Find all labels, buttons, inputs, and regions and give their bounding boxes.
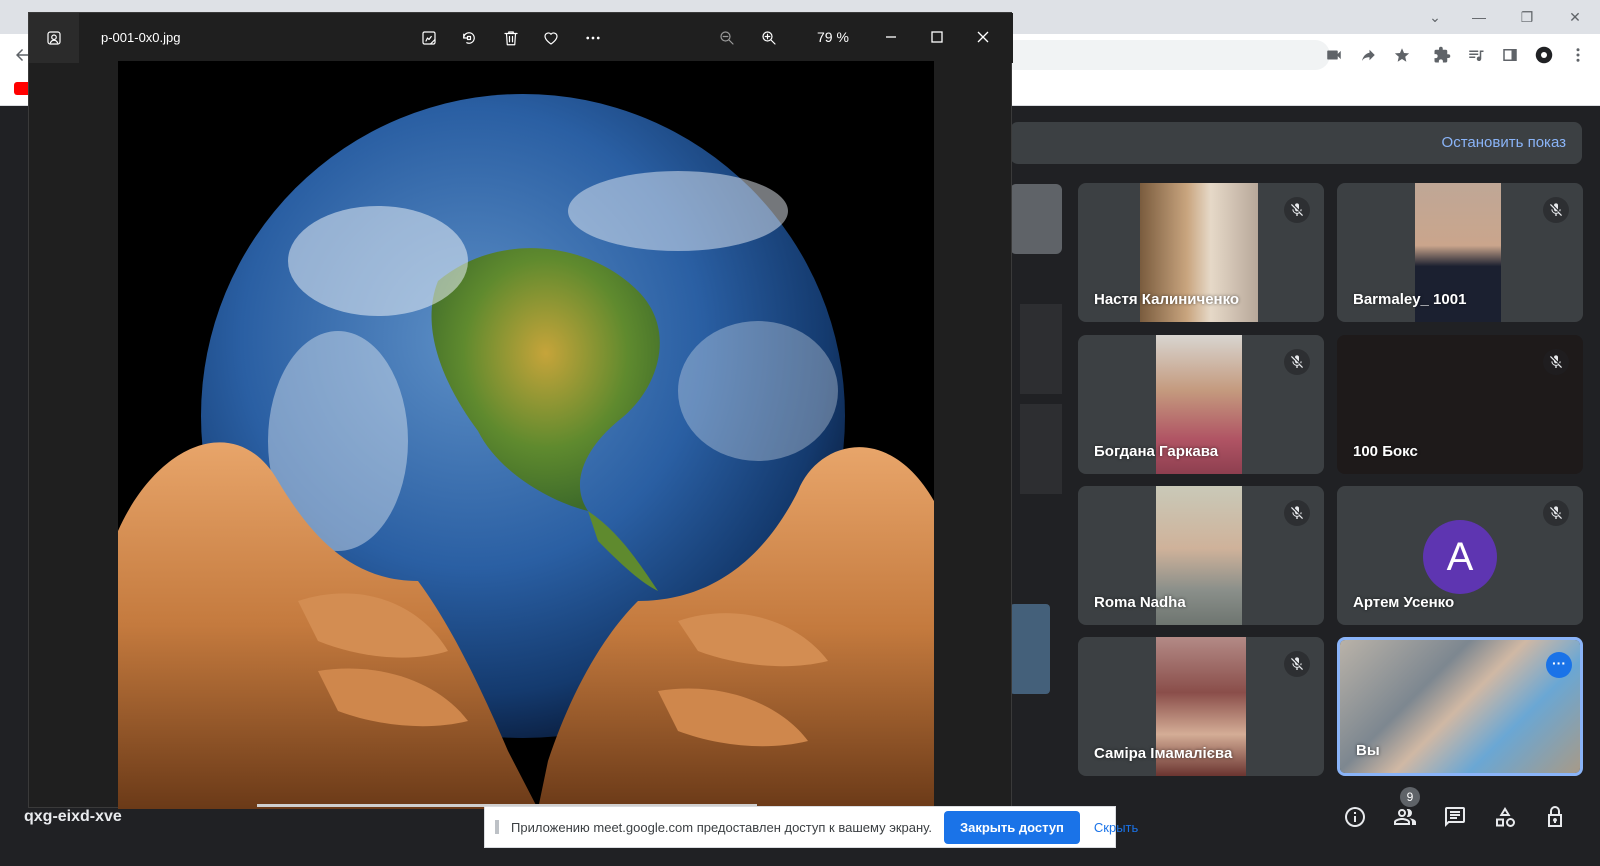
more-options-icon[interactable]: ··· — [1546, 652, 1572, 678]
chevron-down-icon[interactable]: ⌄ — [1424, 6, 1446, 28]
stop-sharing-button[interactable]: Закрыть доступ — [943, 810, 1080, 844]
presenting-bar: Остановить показ — [1010, 122, 1582, 164]
side-tile — [1010, 604, 1050, 694]
share-message: Приложению meet.google.com предоставлен … — [511, 819, 932, 835]
participant-tile[interactable]: A Артем Усенко — [1337, 486, 1583, 625]
favorite-icon[interactable] — [539, 26, 563, 50]
mic-off-icon — [1543, 197, 1569, 223]
mic-off-icon — [1284, 197, 1310, 223]
address-bar[interactable] — [1000, 40, 1330, 70]
participant-tile[interactable]: 100 Бокс — [1337, 335, 1583, 474]
side-tile — [1020, 304, 1062, 394]
bookmark-star-icon[interactable] — [1390, 43, 1414, 67]
activities-icon[interactable] — [1488, 800, 1522, 834]
side-tile — [1020, 404, 1062, 494]
mic-off-icon — [1284, 500, 1310, 526]
browser-close-button[interactable]: ✕ — [1564, 6, 1586, 28]
participant-name: Артем Усенко — [1353, 594, 1455, 611]
delete-icon[interactable] — [499, 26, 523, 50]
participant-name: Саміра Імамалієва — [1094, 745, 1233, 762]
mic-off-icon — [1543, 349, 1569, 375]
zoom-level[interactable]: 79 % — [817, 29, 849, 45]
media-control-icon[interactable] — [1464, 43, 1488, 67]
stop-presenting-button[interactable]: Остановить показ — [1442, 134, 1566, 151]
participant-name: Настя Калиниченко — [1094, 291, 1240, 308]
zoom-in-icon[interactable] — [757, 26, 781, 50]
meet-control-bar — [1338, 800, 1588, 836]
hidden-side-panel — [1010, 184, 1062, 774]
avatar: A — [1423, 520, 1497, 594]
hide-button[interactable]: Скрыть — [1094, 820, 1138, 835]
earth-in-hands-image — [118, 61, 934, 809]
meeting-code: qxg-eixd-xve — [24, 808, 122, 825]
share-icon[interactable] — [1356, 43, 1380, 67]
participant-tile[interactable]: Настя Калиниченко — [1078, 183, 1324, 322]
zoom-out-icon[interactable] — [715, 26, 739, 50]
photo-viewer-titlebar: p-001-0x0.jpg 79 % — [29, 13, 1013, 63]
chat-icon[interactable] — [1438, 800, 1472, 834]
rotate-icon[interactable] — [457, 26, 481, 50]
more-icon[interactable] — [581, 26, 605, 50]
participant-name: Roma Nadha — [1094, 594, 1186, 611]
file-name: p-001-0x0.jpg — [101, 30, 181, 45]
browser-minimize-button[interactable]: — — [1468, 6, 1490, 28]
participant-name: Богдана Гаркава — [1094, 443, 1219, 460]
host-controls-icon[interactable] — [1538, 800, 1572, 834]
extensions-icon[interactable] — [1430, 43, 1454, 67]
minimize-button[interactable] — [875, 21, 907, 53]
participants-count-badge: 9 — [1400, 787, 1420, 807]
mic-off-icon — [1284, 651, 1310, 677]
drag-handle-icon[interactable] — [495, 820, 499, 834]
participant-tile[interactable]: Barmaley_ 1001 — [1337, 183, 1583, 322]
participant-tile[interactable]: Богдана Гаркава — [1078, 335, 1324, 474]
participant-tile[interactable]: Саміра Імамалієва — [1078, 637, 1324, 776]
participant-name: Вы — [1356, 742, 1380, 759]
profile-avatar-icon[interactable] — [1532, 43, 1556, 67]
browser-menu-icon[interactable] — [1566, 43, 1590, 67]
participant-tile[interactable]: Roma Nadha — [1078, 486, 1324, 625]
edit-image-icon[interactable] — [417, 26, 441, 50]
self-tile[interactable]: ··· Вы — [1337, 637, 1583, 776]
screen-share-notification: Приложению meet.google.com предоставлен … — [484, 806, 1138, 848]
self-preview — [1010, 184, 1062, 254]
maximize-button[interactable] — [921, 21, 953, 53]
participant-name: 100 Бокс — [1353, 443, 1418, 460]
photo-viewer-window: p-001-0x0.jpg 79 % — [28, 12, 1013, 809]
browser-restore-button[interactable]: ❐ — [1516, 6, 1538, 28]
camera-icon[interactable] — [1322, 43, 1346, 67]
side-panel-icon[interactable] — [1498, 43, 1522, 67]
info-icon[interactable] — [1338, 800, 1372, 834]
close-button[interactable] — [967, 21, 999, 53]
participant-name: Barmaley_ 1001 — [1353, 291, 1467, 308]
mic-off-icon — [1284, 349, 1310, 375]
screen: ⌄ — ❐ ✕ Остановить показ Настя Калиничен… — [0, 0, 1600, 866]
mic-off-icon — [1543, 500, 1569, 526]
photos-app-icon[interactable] — [29, 13, 79, 63]
